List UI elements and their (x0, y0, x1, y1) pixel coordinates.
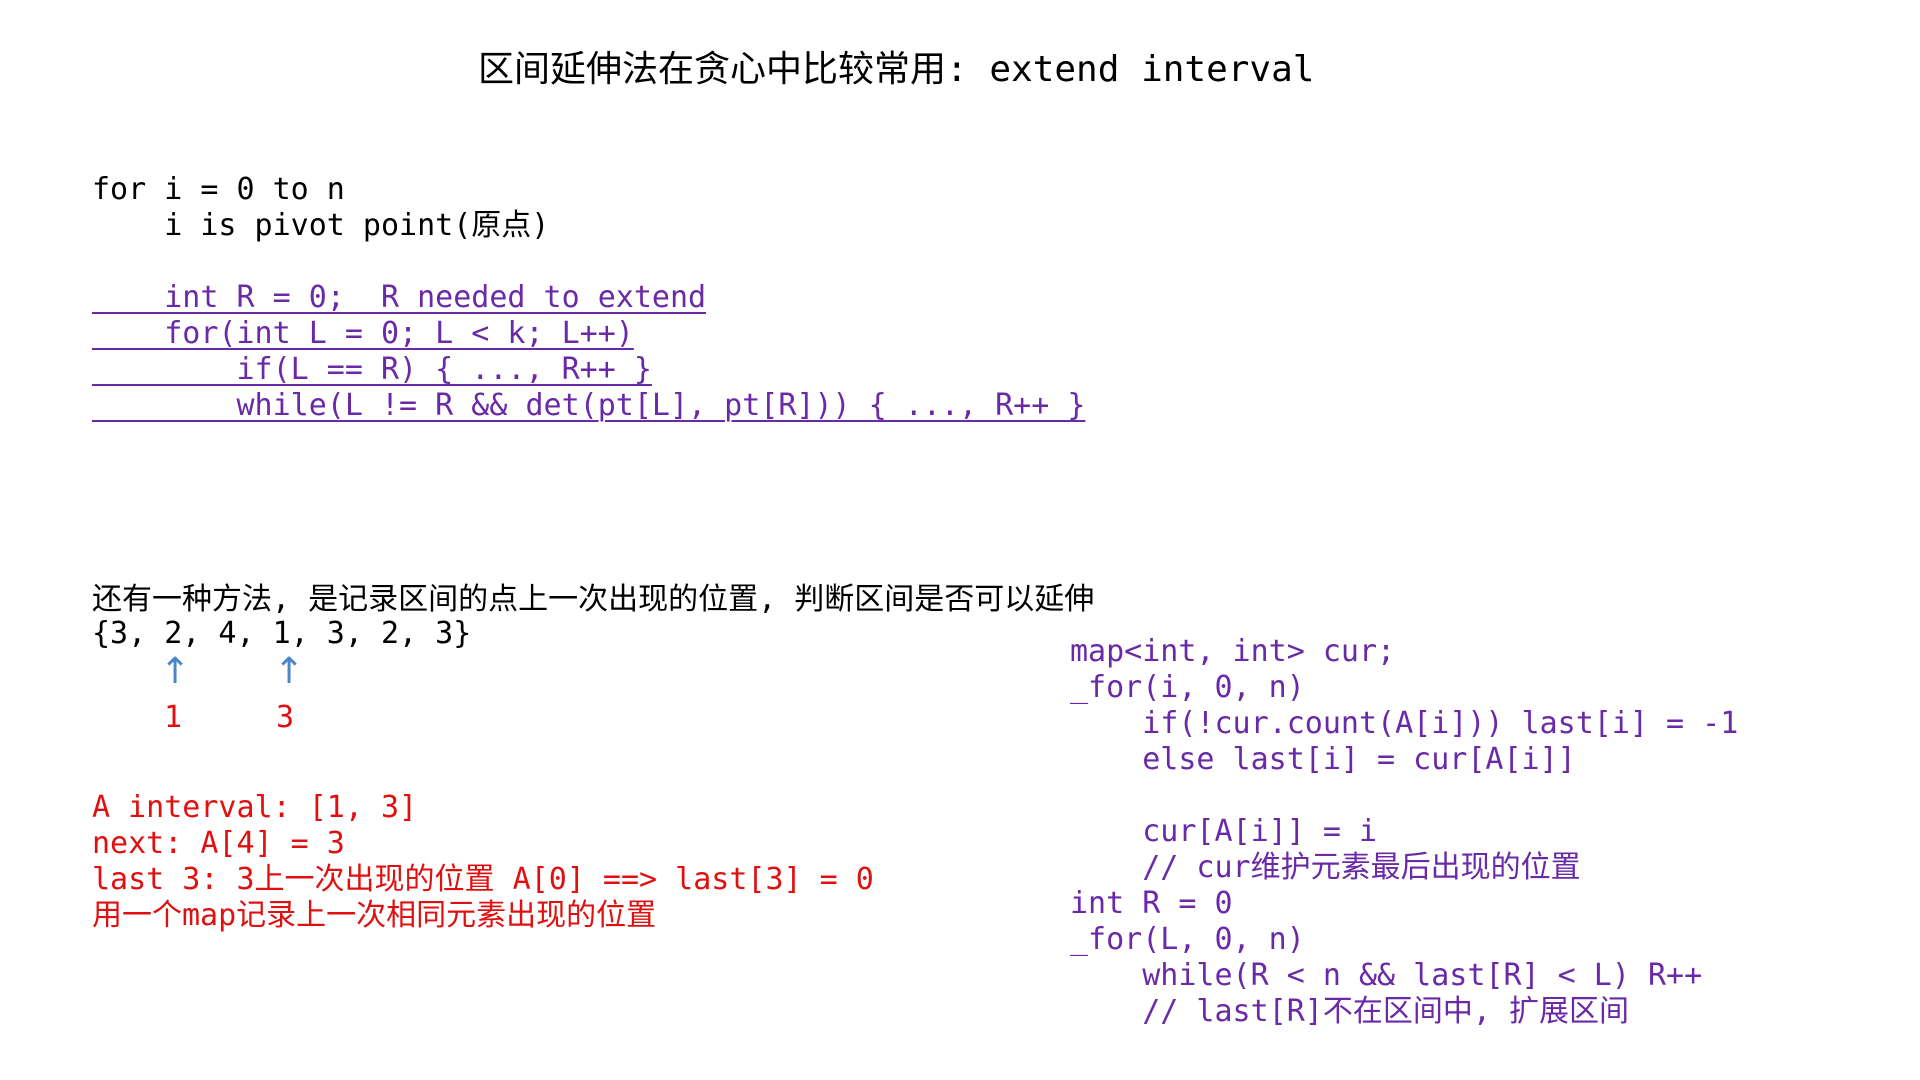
right-code-line-1: map<int, int> cur; (1070, 634, 1396, 669)
note-map: 用一个map记录上一次相同元素出现的位置 (92, 898, 657, 933)
interval-label-start: 1 (164, 700, 183, 735)
note-last: last 3: 3上一次出现的位置 A[0] ==> last[3] = 0 (92, 862, 874, 897)
example-array: {3, 2, 4, 1, 3, 2, 3} (92, 616, 472, 651)
right-code-line-2: _for(i, 0, n) (1070, 670, 1305, 705)
note-interval: A interval: [1, 3] (92, 790, 418, 825)
method-description: 还有一种方法, 是记录区间的点上一次出现的位置, 判断区间是否可以延伸 (92, 582, 1095, 617)
code-line-while: while(L != R && det(pt[L], pt[R])) { ...… (92, 388, 1086, 423)
code-line-if: if(L == R) { ..., R++ } (92, 352, 652, 387)
right-code-line-3: if(!cur.count(A[i])) last[i] = -1 (1070, 706, 1739, 741)
code-line-for-loop: for i = 0 to n (92, 172, 345, 207)
arrow-up-icon: ↑ (160, 651, 191, 692)
code-line-int-r: int R = 0; R needed to extend (92, 280, 707, 315)
right-code-line-8: _for(L, 0, n) (1070, 922, 1305, 957)
right-code-line-5: cur[A[i]] = i (1070, 814, 1378, 849)
right-code-line-6: // cur维护元素最后出现的位置 (1070, 850, 1581, 885)
interval-label-end: 3 (276, 700, 295, 735)
note-next: next: A[4] = 3 (92, 826, 345, 861)
page-title: 区间延伸法在贪心中比较常用: extend interval (478, 49, 1315, 90)
right-code-line-9: while(R < n && last[R] < L) R++ (1070, 958, 1703, 993)
right-code-line-7: int R = 0 (1070, 886, 1233, 921)
right-code-line-10: // last[R]不在区间中, 扩展区间 (1070, 994, 1629, 1029)
code-line-pivot: i is pivot point(原点) (92, 208, 550, 243)
arrow-up-icon: ↑ (274, 651, 305, 692)
code-line-for-l: for(int L = 0; L < k; L++) (92, 316, 634, 351)
right-code-line-4: else last[i] = cur[A[i]] (1070, 742, 1576, 777)
